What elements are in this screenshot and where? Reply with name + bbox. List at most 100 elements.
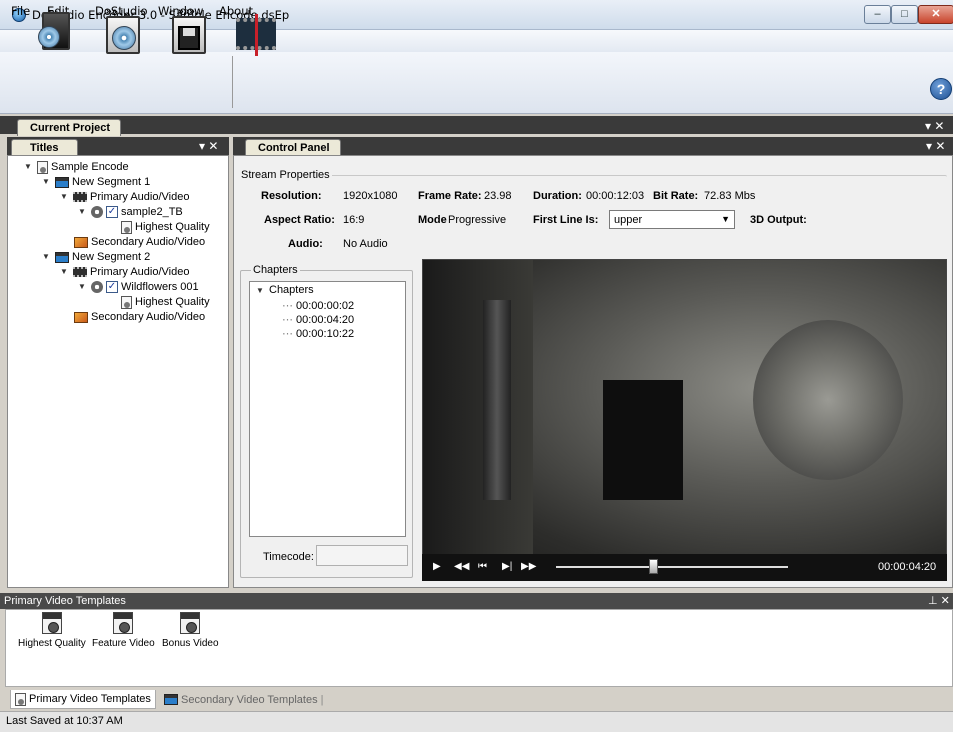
seek-bar[interactable] [556, 566, 788, 568]
chevron-down-icon: ▼ [721, 214, 730, 224]
template-icon [15, 692, 26, 706]
template-bonus-video[interactable]: Bonus Video [162, 612, 219, 649]
checkbox[interactable]: ✓ [106, 206, 118, 219]
tree-item[interactable]: Highest Quality [121, 295, 210, 310]
bit-rate-label: Bit Rate: [653, 190, 699, 202]
collapse-icon[interactable]: ▼ [256, 286, 266, 295]
template-icon [41, 612, 62, 634]
timecode-label: Timecode: [263, 551, 314, 563]
frame-rate-label: Frame Rate: [418, 190, 482, 202]
template-icon [121, 220, 132, 234]
step-icon[interactable]: ▶| [502, 561, 512, 572]
template-feature-video[interactable]: Feature Video [92, 612, 155, 649]
template-highest-quality[interactable]: Highest Quality [18, 612, 86, 649]
open-project-icon[interactable] [36, 6, 80, 58]
tree-item[interactable]: Secondary Audio/Video [74, 235, 205, 250]
titles-tree: ▼ Sample Encode ▼ New Segment 1 ▼ Primary A… [7, 155, 229, 588]
previous-icon[interactable]: ⏮ [478, 561, 487, 572]
aspect-ratio-value: 16:9 [343, 214, 365, 226]
chapters-list[interactable]: ▼ Chapters ⋯ 00:00:00:02 ⋯ 00:00:04:20 ⋯ 00:… [249, 281, 406, 537]
first-line-value: upper [614, 214, 643, 226]
collapse-icon[interactable]: ▼ [42, 250, 52, 265]
frame-rate-value: 23.98 [484, 190, 512, 202]
collapse-icon[interactable]: ▼ [78, 205, 88, 220]
control-panel-bar: Control Panel ▾ ✕ [233, 137, 953, 156]
rewind-icon[interactable]: ◀◀ [454, 561, 469, 572]
menu-file[interactable]: File [11, 4, 30, 18]
audio-label: Audio: [288, 238, 323, 250]
gear-icon [91, 281, 103, 294]
collapse-icon[interactable]: ▼ [60, 190, 70, 205]
fast-forward-icon[interactable]: ▶▶ [521, 561, 536, 572]
seek-thumb[interactable] [649, 559, 659, 574]
aspect-ratio-label: Aspect Ratio: [264, 214, 335, 226]
resolution-value: 1920x1080 [343, 190, 398, 202]
bit-rate-value: 72.83 Mbs [704, 190, 756, 202]
chapters-root[interactable]: ▼ Chapters [256, 284, 314, 296]
video-time: 00:00:04:20 [878, 561, 937, 573]
templates-header: Primary Video Templates ⊥ ✕ [0, 593, 953, 609]
tab-current-project[interactable]: Current Project [17, 119, 122, 136]
secondary-video-icon [74, 311, 88, 323]
tree-item[interactable]: Highest Quality [121, 220, 210, 235]
close-button[interactable]: ✕ [918, 5, 953, 24]
tab-control-panel[interactable]: Control Panel [245, 139, 341, 156]
minimize-button[interactable]: ‒ [864, 5, 891, 24]
tree-item[interactable]: ▼ ✓ Wildflowers 001 [78, 280, 199, 295]
tree-item[interactable]: ▼ New Segment 2 [42, 250, 150, 265]
audio-value: No Audio [343, 238, 388, 250]
first-line-dropdown[interactable]: upper ▼ [609, 210, 735, 229]
project-icon [37, 160, 48, 174]
checkbox[interactable]: ✓ [106, 281, 118, 294]
chapter-item[interactable]: ⋯ 00:00:04:20 [282, 313, 354, 327]
mode-label: Mode [418, 214, 447, 226]
help-icon[interactable]: ? [930, 78, 952, 100]
tab-primary-templates[interactable]: Primary Video Templates [10, 690, 156, 709]
tree-item[interactable]: ▼ New Segment 1 [42, 175, 150, 190]
toolbar-separator [232, 56, 233, 108]
chapter-item[interactable]: ⋯ 00:00:00:02 [282, 299, 354, 313]
play-icon[interactable]: ▶ [433, 561, 441, 572]
toolbar [0, 52, 953, 114]
tree-item[interactable]: ▼ Primary Audio/Video [60, 190, 189, 205]
timecode-input[interactable] [316, 545, 408, 566]
film-icon [73, 192, 87, 203]
film-icon [73, 267, 87, 278]
duration-label: Duration: [533, 190, 582, 202]
save-icon[interactable]: »»» [168, 6, 212, 58]
template-icon [121, 295, 132, 309]
new-encode-icon[interactable]: »» [102, 6, 146, 58]
resolution-label: Resolution: [261, 190, 322, 202]
tree-item[interactable]: ▼ Primary Audio/Video [60, 265, 189, 280]
secondary-icon [164, 694, 178, 705]
chapter-item[interactable]: ⋯ 00:00:10:22 [282, 327, 354, 341]
titles-close-icon[interactable]: ▾ ✕ [199, 139, 218, 153]
collapse-icon[interactable]: ▼ [78, 280, 88, 295]
project-bar-menu-icon[interactable]: ▾ ✕ [925, 119, 944, 133]
duration-value: 00:00:12:03 [586, 190, 645, 202]
tree-item[interactable]: ▼ ✓ sample2_TB [78, 205, 183, 220]
collapse-icon[interactable]: ▼ [60, 265, 70, 280]
secondary-video-icon [74, 236, 88, 248]
pin-close-icon[interactable]: ⊥ ✕ [928, 594, 950, 607]
mode-value: Progressive [448, 214, 507, 226]
control-panel-close-icon[interactable]: ▾ ✕ [926, 139, 945, 153]
tab-secondary-templates[interactable]: Secondary Video Templates | [160, 690, 327, 709]
first-line-label: First Line Is: [533, 214, 599, 226]
segment-icon [55, 251, 69, 263]
encode-film-icon[interactable] [236, 6, 280, 58]
status-bar: Last Saved at 10:37 AM [0, 711, 953, 732]
3d-output-label: 3D Output: [750, 214, 807, 226]
tree-item[interactable]: ▼ Sample Encode [24, 160, 129, 175]
maximize-button[interactable]: □ [891, 5, 918, 24]
tree-item[interactable]: Secondary Audio/Video [74, 310, 205, 325]
template-icon [180, 612, 201, 634]
project-bar: Current Project ▾ ✕ [0, 116, 953, 136]
titles-bar: Titles ▾ ✕ [7, 137, 229, 156]
tab-titles[interactable]: Titles [11, 139, 78, 156]
collapse-icon[interactable]: ▼ [24, 160, 34, 175]
collapse-icon[interactable]: ▼ [42, 175, 52, 190]
segment-icon [55, 176, 69, 188]
video-preview[interactable] [422, 259, 947, 581]
template-icon [113, 612, 134, 634]
